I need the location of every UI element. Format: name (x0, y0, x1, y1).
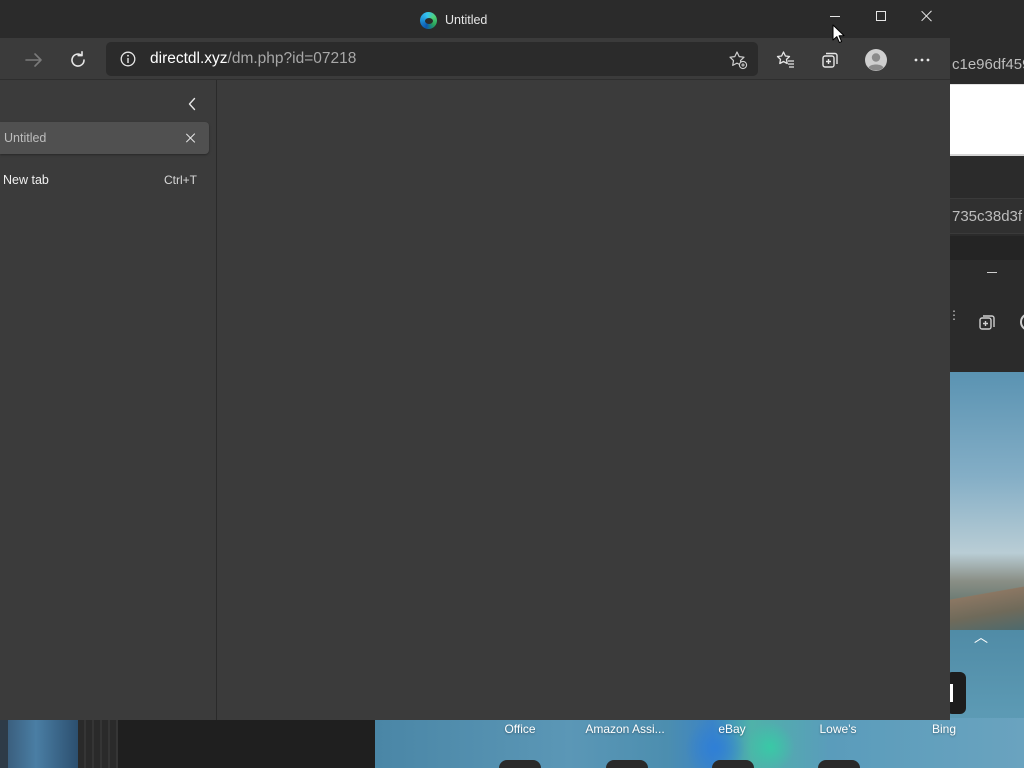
tab-label: Untitled (4, 131, 47, 145)
background-browser-window: c1e96df459 735c38d3f ⋮ ︿ (950, 0, 1024, 720)
window-title: Untitled (445, 13, 488, 27)
title-bar[interactable]: Untitled (0, 0, 950, 38)
maximize-icon (876, 11, 886, 21)
background-address-bar-1[interactable]: c1e96df459 (950, 48, 1024, 82)
edge-logo-icon (420, 11, 437, 29)
forward-button[interactable] (20, 46, 48, 74)
refresh-button[interactable] (64, 46, 92, 74)
close-icon (921, 10, 933, 22)
add-favorite-icon[interactable] (728, 50, 748, 70)
vertical-tabs-pane: Untitled New tab Ctrl+T (0, 80, 217, 720)
site-info-icon[interactable] (120, 51, 136, 67)
profile-icon (865, 49, 887, 71)
collections-button[interactable] (816, 46, 844, 74)
background-card[interactable] (950, 672, 966, 714)
mouse-cursor-icon (832, 24, 845, 44)
address-url: directdl.xyz/dm.php?id=07218 (150, 42, 356, 76)
address-bar[interactable]: directdl.xyz/dm.php?id=07218 (106, 42, 758, 76)
quick-link-tile[interactable] (499, 760, 541, 768)
collections-icon (822, 52, 838, 68)
background-chevron-up-icon[interactable]: ︿ (972, 628, 990, 646)
background-hill-image (950, 570, 1024, 630)
tab-close-button[interactable] (181, 128, 201, 148)
quick-link-ebay[interactable]: eBay (682, 722, 782, 736)
background-band (950, 158, 1024, 198)
new-tab-label: New tab (3, 173, 49, 187)
minimize-icon (830, 15, 840, 17)
quick-link-lowes[interactable]: Lowe's (788, 722, 888, 736)
address-path: /dm.php?id=07218 (227, 50, 357, 67)
title-group: Untitled (420, 10, 487, 30)
quick-link-bing[interactable]: Bing (894, 722, 994, 736)
chevron-left-icon (188, 97, 196, 111)
favorites-button[interactable] (772, 46, 800, 74)
page-content[interactable] (218, 80, 950, 720)
collapse-pane-button[interactable] (180, 92, 204, 116)
tab-untitled[interactable]: Untitled (0, 122, 209, 154)
favorites-icon (776, 51, 794, 68)
new-tab-shortcut: Ctrl+T (164, 173, 197, 187)
background-titlebar (950, 0, 1024, 44)
desktop-tile (0, 718, 8, 768)
background-wallpaper-image (950, 372, 1024, 720)
background-address-bar-2[interactable]: 735c38d3f (950, 198, 1024, 234)
new-tab-background-image: Office Amazon Assi... eBay Lowe's Bing (375, 718, 1024, 768)
desktop-tile (8, 718, 78, 768)
quick-link-amazon[interactable]: Amazon Assi... (575, 722, 675, 736)
refresh-icon (71, 51, 85, 67)
close-button[interactable] (904, 0, 950, 32)
new-tab-button[interactable]: New tab Ctrl+T (0, 166, 212, 194)
profile-button[interactable] (862, 46, 890, 74)
quick-link-tile[interactable] (606, 760, 648, 768)
quick-link-tile[interactable] (712, 760, 754, 768)
more-button[interactable] (908, 46, 936, 74)
close-icon (186, 133, 196, 143)
navigation-toolbar: directdl.xyz/dm.php?id=07218 (0, 38, 950, 80)
desktop-tile (78, 718, 118, 768)
desktop-bottom-left (0, 718, 375, 768)
quick-link-tile[interactable] (818, 760, 860, 768)
more-icon (914, 58, 930, 62)
quick-link-office[interactable]: Office (470, 722, 570, 736)
browser-window: Untitled directdl.xyz/dm.php?id=07218 Un… (0, 0, 950, 720)
background-collections-icon[interactable] (978, 313, 996, 331)
background-minimize-icon[interactable] (984, 262, 1004, 282)
forward-icon (25, 53, 42, 67)
background-titlebar-2 (950, 236, 1024, 260)
background-page-panel (950, 84, 1024, 156)
address-host: directdl.xyz (150, 50, 228, 67)
maximize-button[interactable] (858, 0, 904, 32)
background-more-icon[interactable]: ⋮ (950, 309, 960, 321)
